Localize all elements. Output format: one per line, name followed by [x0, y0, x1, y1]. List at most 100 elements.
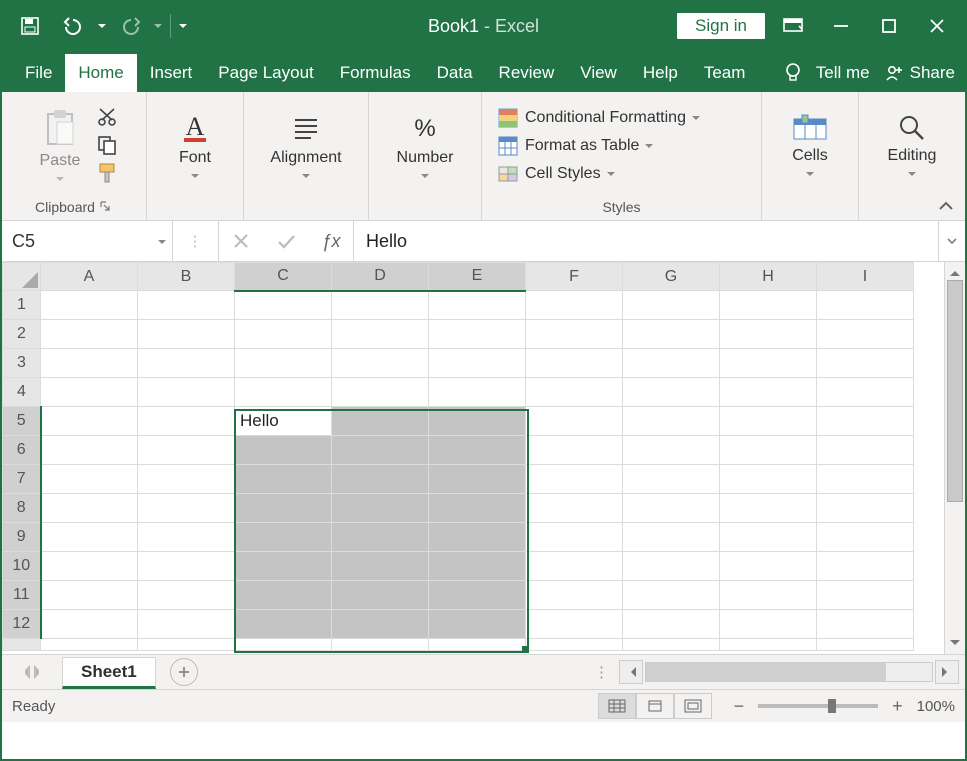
cell-A12[interactable]	[41, 610, 138, 639]
select-all-corner[interactable]	[3, 263, 41, 291]
cell-D4[interactable]	[332, 378, 429, 407]
cell-I10[interactable]	[817, 552, 914, 581]
format-painter-icon[interactable]	[96, 162, 118, 186]
cell-A5[interactable]	[41, 407, 138, 436]
undo-dropdown-icon[interactable]	[98, 24, 106, 32]
tab-help[interactable]: Help	[630, 54, 691, 92]
sheet-tab-sheet1[interactable]: Sheet1	[62, 657, 156, 689]
row-header-2[interactable]: 2	[3, 320, 41, 349]
cell-A13[interactable]	[41, 639, 138, 651]
cellstyles-dropdown-icon[interactable]	[607, 172, 615, 180]
tab-data[interactable]: Data	[424, 54, 486, 92]
row-header-11[interactable]: 11	[3, 581, 41, 610]
cell-A9[interactable]	[41, 523, 138, 552]
cell-F1[interactable]	[526, 291, 623, 320]
redo-dropdown-icon[interactable]	[154, 24, 162, 32]
cell-I8[interactable]	[817, 494, 914, 523]
row-header-6[interactable]: 6	[3, 436, 41, 465]
cell-D9[interactable]	[332, 523, 429, 552]
cell-I4[interactable]	[817, 378, 914, 407]
row-header-7[interactable]: 7	[3, 465, 41, 494]
cell-H3[interactable]	[720, 349, 817, 378]
cell-D12[interactable]	[332, 610, 429, 639]
zoom-out-button[interactable]: −	[730, 696, 749, 717]
cell-D2[interactable]	[332, 320, 429, 349]
cell-E4[interactable]	[429, 378, 526, 407]
cell-E8[interactable]	[429, 494, 526, 523]
cell-F2[interactable]	[526, 320, 623, 349]
formula-input[interactable]: Hello	[354, 221, 938, 261]
row-header-12[interactable]: 12	[3, 610, 41, 639]
cell-F6[interactable]	[526, 436, 623, 465]
cell-I1[interactable]	[817, 291, 914, 320]
cell-C13[interactable]	[235, 639, 332, 651]
tell-me-button[interactable]: Tell me	[816, 63, 870, 83]
cell-E3[interactable]	[429, 349, 526, 378]
undo-icon[interactable]	[54, 6, 94, 46]
row-header-3[interactable]: 3	[3, 349, 41, 378]
tab-view[interactable]: View	[567, 54, 630, 92]
cell-F5[interactable]	[526, 407, 623, 436]
cell-D7[interactable]	[332, 465, 429, 494]
number-dropdown-icon[interactable]	[421, 174, 429, 182]
cell-F12[interactable]	[526, 610, 623, 639]
vertical-scrollbar[interactable]	[944, 262, 965, 654]
cell-F4[interactable]	[526, 378, 623, 407]
cell-styles-button[interactable]: Cell Styles	[493, 161, 704, 187]
cell-G10[interactable]	[623, 552, 720, 581]
cell-G5[interactable]	[623, 407, 720, 436]
row-header-13[interactable]	[3, 639, 41, 651]
cell-G3[interactable]	[623, 349, 720, 378]
cell-C7[interactable]	[235, 465, 332, 494]
cell-H11[interactable]	[720, 581, 817, 610]
copy-icon[interactable]	[96, 134, 118, 156]
cell-B8[interactable]	[138, 494, 235, 523]
cell-D13[interactable]	[332, 639, 429, 651]
zoom-in-button[interactable]: +	[888, 696, 907, 717]
cell-H7[interactable]	[720, 465, 817, 494]
cell-A2[interactable]	[41, 320, 138, 349]
cell-E9[interactable]	[429, 523, 526, 552]
col-header-F[interactable]: F	[526, 263, 623, 291]
cell-B4[interactable]	[138, 378, 235, 407]
hscroll-thumb[interactable]	[646, 663, 886, 681]
conditional-formatting-button[interactable]: Conditional Formatting	[493, 105, 704, 131]
cell-C9[interactable]	[235, 523, 332, 552]
cell-G6[interactable]	[623, 436, 720, 465]
cell-H6[interactable]	[720, 436, 817, 465]
cell-A10[interactable]	[41, 552, 138, 581]
cell-D11[interactable]	[332, 581, 429, 610]
tab-insert[interactable]: Insert	[137, 54, 206, 92]
tab-team[interactable]: Team	[691, 54, 759, 92]
redo-icon[interactable]	[110, 6, 150, 46]
cell-I11[interactable]	[817, 581, 914, 610]
cell-A7[interactable]	[41, 465, 138, 494]
cell-E1[interactable]	[429, 291, 526, 320]
minimize-icon[interactable]	[821, 6, 861, 46]
close-icon[interactable]	[917, 6, 957, 46]
cell-H4[interactable]	[720, 378, 817, 407]
col-header-D[interactable]: D	[332, 263, 429, 291]
cell-B10[interactable]	[138, 552, 235, 581]
page-break-view-icon[interactable]	[674, 693, 712, 719]
vscroll-thumb[interactable]	[947, 280, 963, 502]
cell-C1[interactable]	[235, 291, 332, 320]
row-header-4[interactable]: 4	[3, 378, 41, 407]
ribbon-display-options-icon[interactable]	[773, 6, 813, 46]
new-sheet-button[interactable]	[170, 658, 198, 686]
scroll-up-icon[interactable]	[945, 262, 965, 280]
cell-B3[interactable]	[138, 349, 235, 378]
spreadsheet-grid[interactable]: ABCDEFGHI12345Hello6789101112	[2, 262, 965, 654]
expand-formula-bar-icon[interactable]	[938, 221, 965, 261]
tab-home[interactable]: Home	[65, 54, 136, 92]
cell-G7[interactable]	[623, 465, 720, 494]
clipboard-dialog-launcher-icon[interactable]	[99, 200, 113, 214]
cell-B11[interactable]	[138, 581, 235, 610]
cell-D3[interactable]	[332, 349, 429, 378]
cell-C5[interactable]: Hello	[235, 407, 332, 436]
hscroll-right-icon[interactable]	[935, 660, 959, 684]
cell-I9[interactable]	[817, 523, 914, 552]
qat-customize-icon[interactable]	[179, 24, 187, 32]
cell-E5[interactable]	[429, 407, 526, 436]
cell-I2[interactable]	[817, 320, 914, 349]
